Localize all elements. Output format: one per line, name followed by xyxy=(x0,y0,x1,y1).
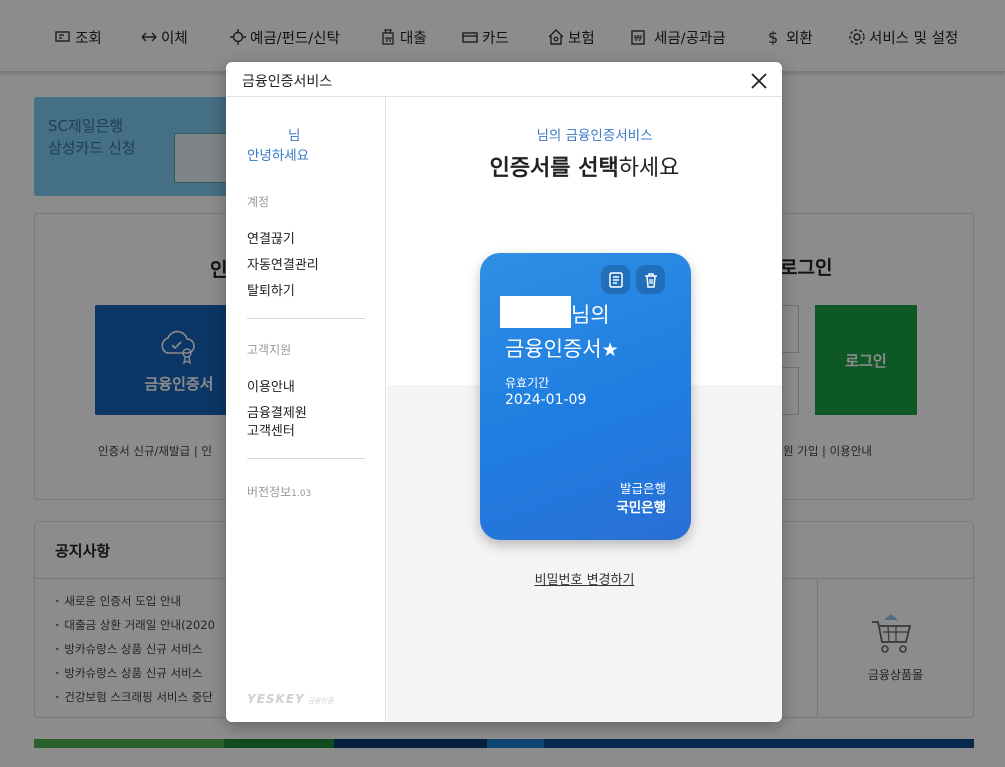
validity-date: 2024-01-09 xyxy=(505,392,587,408)
section-account-label: 계정 xyxy=(247,195,270,209)
issuer-label: 발급은행 xyxy=(619,481,666,496)
sidebar-link-withdraw[interactable]: 탈퇴하기 xyxy=(247,280,295,299)
sidebar-link-kftc[interactable]: 금융결제원 xyxy=(247,402,307,421)
sidebar-link-guide[interactable]: 이용안내 xyxy=(247,376,295,395)
validity-label: 유효기간 xyxy=(505,376,550,390)
document-icon xyxy=(608,271,623,288)
modal-title: 금융인증서비스 xyxy=(242,74,333,90)
sidebar-link-disconnect[interactable]: 연결끊기 xyxy=(247,228,295,247)
sidebar-link-customer-center[interactable]: 고객센터 xyxy=(247,420,295,439)
cert-delete-button[interactable] xyxy=(636,265,665,294)
service-subtitle: 님의 금융인증서비스 xyxy=(536,128,653,144)
cert-service-modal: 금융인증서비스 님 안녕하세요 계정 연결끊기 자동연결관리 탈퇴하기 고객지원… xyxy=(226,62,782,722)
modal-header: 금융인증서비스 xyxy=(226,62,782,97)
sidebar-divider xyxy=(247,318,365,319)
select-cert-heading: 인증서를 선택하세요 xyxy=(387,150,782,182)
change-password-link[interactable]: 비밀번호 변경하기 xyxy=(387,569,782,588)
card-cert-name: 금융인증서★ xyxy=(505,333,619,363)
brand-sub: 금융인증 xyxy=(307,697,334,705)
card-owner-masked xyxy=(500,296,571,328)
sidebar-divider xyxy=(247,458,365,459)
user-name-masked xyxy=(241,120,288,138)
modal-sidebar: 님 안녕하세요 계정 연결끊기 자동연결관리 탈퇴하기 고객지원 이용안내 금융… xyxy=(226,97,386,722)
card-owner-suffix: 님의 xyxy=(571,303,610,327)
modal-main: 님의 금융인증서비스 인증서를 선택하세요 님의 금융인증서★ 유효기간 202… xyxy=(387,97,782,722)
heading-rest: 하세요 xyxy=(618,156,680,181)
star-icon: ★ xyxy=(601,339,619,361)
trash-icon xyxy=(644,272,657,288)
cert-detail-button[interactable] xyxy=(601,265,630,294)
section-support-label: 고객지원 xyxy=(247,343,292,357)
sidebar-link-auto-connect[interactable]: 자동연결관리 xyxy=(247,254,319,273)
brand-name: YESKEY xyxy=(247,692,305,706)
user-suffix: 님 xyxy=(288,128,301,144)
card-cert-name-text: 금융인증서 xyxy=(505,337,602,361)
yeskey-logo: YESKEY 금융인증 xyxy=(247,692,333,706)
change-password-text[interactable]: 비밀번호 변경하기 xyxy=(535,573,635,588)
close-icon[interactable] xyxy=(748,70,770,92)
greeting-text: 안녕하세요 xyxy=(247,148,310,164)
issuer-bank: 국민은행 xyxy=(616,500,666,516)
version-info: 버전정보1.03 xyxy=(247,483,311,500)
heading-bold: 인증서를 선택 xyxy=(489,156,619,181)
version-number: 1.03 xyxy=(291,489,312,499)
version-label: 버전정보 xyxy=(247,485,292,499)
certificate-card[interactable]: 님의 금융인증서★ 유효기간 2024-01-09 발급은행 국민은행 xyxy=(480,253,691,540)
